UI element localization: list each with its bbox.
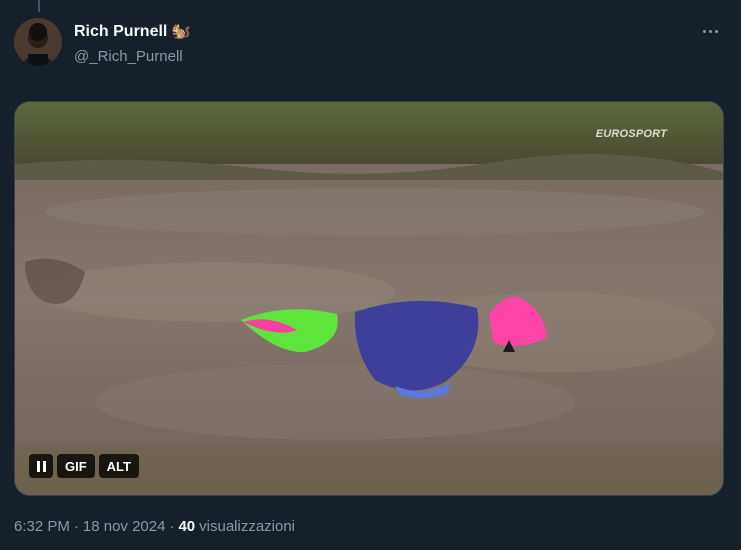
eurosport-watermark: EUROSPORT — [595, 128, 667, 140]
pause-button[interactable] — [29, 454, 53, 478]
author-name-link[interactable]: Rich Purnell 🐿️ — [74, 21, 191, 43]
avatar-image — [14, 18, 62, 66]
pause-icon — [36, 460, 40, 472]
author-handle[interactable]: @_Rich_Purnell — [74, 48, 191, 65]
post-meta: 6:32 PM · 18 nov 2024 · 40 visualizzazio… — [14, 518, 295, 535]
pause-icon-bar — [42, 460, 46, 472]
squirrel-emoji-icon: 🐿️ — [171, 23, 192, 40]
more-options-icon[interactable] — [699, 20, 721, 42]
post-date[interactable]: 18 nov 2024 — [83, 518, 166, 535]
views-count[interactable]: 40 — [178, 518, 195, 535]
avatar[interactable] — [14, 18, 62, 66]
gif-badge: GIF — [57, 454, 95, 478]
author-display-name[interactable]: Rich Purnell — [74, 23, 167, 41]
views-label[interactable]: visualizzazioni — [199, 518, 295, 535]
post-time[interactable]: 6:32 PM — [14, 518, 70, 535]
post-header: Rich Purnell 🐿️ @_Rich_Purnell — [14, 18, 727, 70]
gif-controls: GIF ALT — [29, 454, 139, 478]
meta-separator: · — [169, 518, 175, 535]
thread-connector-line — [38, 0, 40, 12]
alt-button[interactable]: ALT — [98, 454, 139, 478]
meta-separator: · — [73, 518, 79, 535]
gif-frame-image — [15, 102, 723, 495]
gif-media[interactable]: EUROSPORT GIF ALT — [14, 101, 724, 496]
